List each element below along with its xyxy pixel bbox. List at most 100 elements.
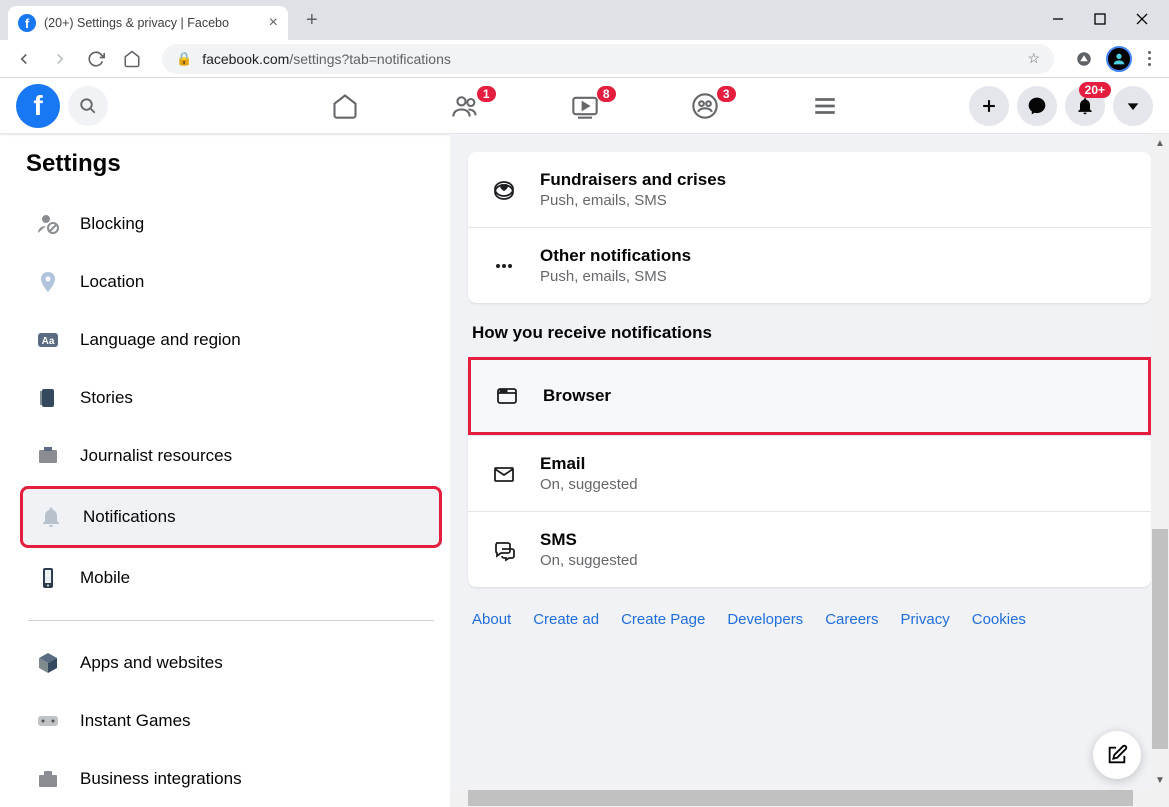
sidebar-item-business-integrations[interactable]: Business integrations bbox=[20, 751, 442, 807]
close-tab-icon[interactable]: × bbox=[269, 14, 278, 32]
sidebar-item-label: Apps and websites bbox=[80, 653, 223, 673]
facebook-header: f 1 8 3 20+ bbox=[0, 78, 1169, 134]
sidebar-item-label: Notifications bbox=[83, 507, 176, 527]
window-controls bbox=[1031, 0, 1169, 38]
nav-menu[interactable] bbox=[800, 92, 850, 120]
stories-icon bbox=[30, 380, 66, 416]
location-icon bbox=[30, 264, 66, 300]
receive-row-email[interactable]: EmailOn, suggested bbox=[468, 435, 1151, 511]
sidebar-item-label: Language and region bbox=[80, 330, 241, 350]
row-subtitle: Push, emails, SMS bbox=[540, 192, 726, 209]
sidebar-item-mobile[interactable]: Mobile bbox=[20, 550, 442, 606]
facebook-right-controls: 20+ bbox=[969, 86, 1153, 126]
scroll-down-arrow[interactable]: ▼ bbox=[1151, 771, 1169, 789]
watch-badge: 8 bbox=[597, 86, 616, 102]
row-title: Fundraisers and crises bbox=[540, 170, 726, 190]
apps-icon bbox=[30, 645, 66, 681]
chrome-menu-button[interactable] bbox=[1148, 51, 1151, 66]
svg-text:Aa: Aa bbox=[42, 336, 55, 347]
search-button[interactable] bbox=[68, 86, 108, 126]
sidebar-item-label: Mobile bbox=[80, 568, 130, 588]
sidebar-item-notifications[interactable]: Notifications bbox=[20, 486, 442, 548]
footer-link-privacy[interactable]: Privacy bbox=[901, 611, 950, 628]
sidebar-item-label: Instant Games bbox=[80, 711, 191, 731]
footer-link-careers[interactable]: Careers bbox=[825, 611, 878, 628]
sidebar-item-blocking[interactable]: Blocking bbox=[20, 196, 442, 252]
receive-section-title: How you receive notifications bbox=[472, 323, 1151, 343]
browser-tab-strip: f (20+) Settings & privacy | Facebo × + bbox=[0, 0, 1169, 40]
maximize-button[interactable] bbox=[1093, 12, 1107, 26]
sidebar-item-label: Business integrations bbox=[80, 769, 242, 789]
nav-groups[interactable]: 3 bbox=[680, 92, 730, 120]
notification-type-row[interactable]: Other notificationsPush, emails, SMS bbox=[468, 227, 1151, 303]
row-subtitle: On, suggested bbox=[540, 552, 638, 569]
sidebar-item-language-and-region[interactable]: Aa Language and region bbox=[20, 312, 442, 368]
receive-row-sms[interactable]: SMS On, suggested bbox=[468, 511, 1151, 587]
facebook-favicon: f bbox=[18, 14, 36, 32]
nav-home[interactable] bbox=[320, 92, 370, 120]
hscroll-thumb[interactable] bbox=[468, 790, 1133, 806]
row-title: SMS bbox=[540, 530, 638, 550]
facebook-logo[interactable]: f bbox=[16, 84, 60, 128]
minimize-button[interactable] bbox=[1051, 12, 1065, 26]
sidebar-item-label: Journalist resources bbox=[80, 446, 232, 466]
horizontal-scrollbar[interactable] bbox=[450, 789, 1151, 807]
url-host: facebook.com bbox=[202, 51, 289, 67]
sidebar-item-stories[interactable]: Stories bbox=[20, 370, 442, 426]
notifications-button[interactable]: 20+ bbox=[1065, 86, 1105, 126]
sidebar-item-label: Blocking bbox=[80, 214, 144, 234]
page-body: Settings Blocking Location Aa Language and … bbox=[0, 134, 1169, 807]
business-icon bbox=[30, 761, 66, 797]
scroll-thumb[interactable] bbox=[1152, 529, 1168, 749]
sms-icon bbox=[486, 532, 522, 568]
email-icon bbox=[486, 456, 522, 492]
browser-tab[interactable]: f (20+) Settings & privacy | Facebo × bbox=[8, 6, 288, 40]
mobile-icon bbox=[30, 560, 66, 596]
sidebar-item-apps-and-websites[interactable]: Apps and websites bbox=[20, 635, 442, 691]
notification-types-card: Fundraisers and crises Push, emails, SMS O… bbox=[468, 152, 1151, 303]
sidebar-item-location[interactable]: Location bbox=[20, 254, 442, 310]
footer-link-cookies[interactable]: Cookies bbox=[972, 611, 1026, 628]
create-button[interactable] bbox=[969, 86, 1009, 126]
sidebar-item-journalist-resources[interactable]: Journalist resources bbox=[20, 428, 442, 484]
lock-icon: 🔒 bbox=[176, 51, 192, 67]
settings-main: Fundraisers and crises Push, emails, SMS O… bbox=[450, 134, 1169, 807]
nav-friends[interactable]: 1 bbox=[440, 92, 490, 120]
sidebar-item-instant-games[interactable]: Instant Games bbox=[20, 693, 442, 749]
notifications-badge: 20+ bbox=[1079, 82, 1111, 98]
language-icon: Aa bbox=[30, 322, 66, 358]
close-window-button[interactable] bbox=[1135, 12, 1149, 26]
footer-link-create-page[interactable]: Create Page bbox=[621, 611, 705, 628]
games-icon bbox=[30, 703, 66, 739]
extension-icon[interactable] bbox=[1070, 45, 1098, 73]
sidebar-item-label: Stories bbox=[80, 388, 133, 408]
footer-link-create-ad[interactable]: Create ad bbox=[533, 611, 599, 628]
notification-type-row[interactable]: Fundraisers and crises Push, emails, SMS bbox=[468, 152, 1151, 227]
url-path: /settings?tab=notifications bbox=[289, 51, 451, 67]
account-menu-button[interactable] bbox=[1113, 86, 1153, 126]
row-title: Browser bbox=[543, 386, 611, 406]
reload-button[interactable] bbox=[82, 45, 110, 73]
facebook-nav: 1 8 3 bbox=[320, 92, 850, 120]
forward-button[interactable] bbox=[46, 45, 74, 73]
chrome-profile-avatar[interactable] bbox=[1106, 46, 1132, 72]
nav-watch[interactable]: 8 bbox=[560, 92, 610, 120]
bookmark-star-icon[interactable]: ☆ bbox=[1027, 50, 1040, 67]
address-bar[interactable]: 🔒 facebook.com/settings?tab=notification… bbox=[162, 44, 1054, 74]
settings-sidebar: Settings Blocking Location Aa Language and … bbox=[0, 134, 450, 807]
footer-link-about[interactable]: About bbox=[472, 611, 511, 628]
receive-card: Browser EmailOn, suggested SMS On, suggeste… bbox=[468, 357, 1151, 587]
receive-row-browser[interactable]: Browser bbox=[468, 357, 1151, 435]
edit-fab[interactable] bbox=[1093, 731, 1141, 779]
row-title: Other notifications bbox=[540, 246, 691, 266]
home-button[interactable] bbox=[118, 45, 146, 73]
back-button[interactable] bbox=[10, 45, 38, 73]
scroll-up-arrow[interactable]: ▲ bbox=[1151, 134, 1169, 152]
footer-link-developers[interactable]: Developers bbox=[727, 611, 803, 628]
new-tab-button[interactable]: + bbox=[306, 9, 318, 32]
journalist-icon bbox=[30, 438, 66, 474]
vertical-scrollbar[interactable]: ▲ ▼ bbox=[1151, 134, 1169, 807]
messenger-button[interactable] bbox=[1017, 86, 1057, 126]
page-title: Settings bbox=[26, 150, 442, 178]
tab-title: (20+) Settings & privacy | Facebo bbox=[44, 16, 263, 30]
